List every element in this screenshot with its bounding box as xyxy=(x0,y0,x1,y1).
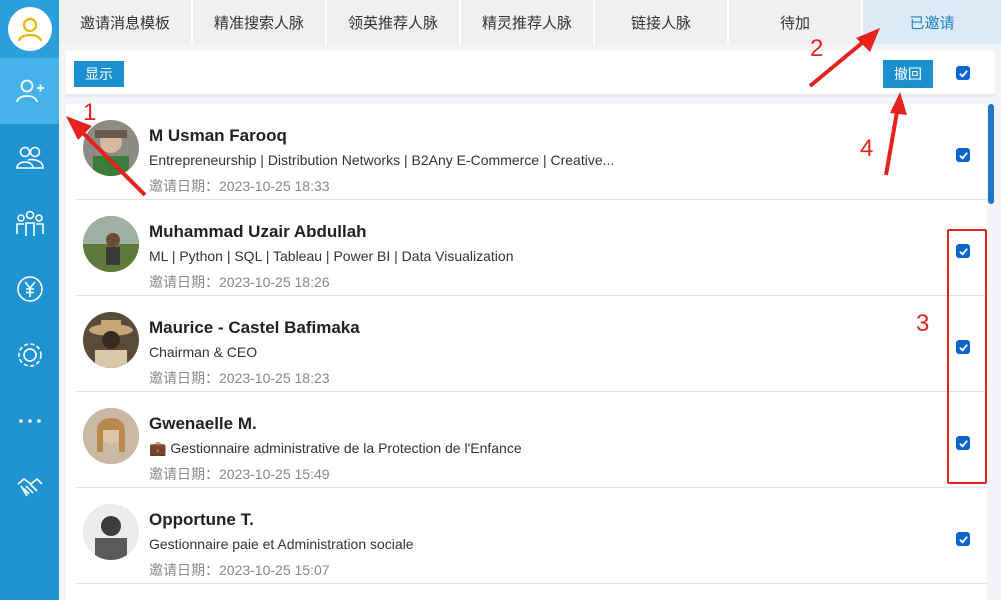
list-item: Maurice - Castel Bafimaka Chairman & CEO… xyxy=(76,296,987,392)
sidebar xyxy=(0,0,59,600)
select-all-checkbox[interactable] xyxy=(956,66,970,80)
contact-name[interactable]: M Usman Farooq xyxy=(149,126,287,146)
contact-headline: Chairman & CEO xyxy=(149,344,258,360)
invite-date-value: 2023-10-25 18:26 xyxy=(219,274,330,290)
gear-icon xyxy=(17,343,42,367)
list-item: Opportune T. Gestionnaire paie et Admini… xyxy=(76,488,987,584)
checkmark-icon xyxy=(958,151,968,160)
invite-date-label: 邀请日期： xyxy=(149,274,219,290)
tab-pending[interactable]: 待加 xyxy=(729,0,863,44)
tab-elf-recommend[interactable]: 精灵推荐人脉 xyxy=(461,0,595,44)
contacts-icon xyxy=(15,146,44,169)
withdraw-button[interactable]: 撤回 xyxy=(883,60,933,88)
sidebar-item-add-contact[interactable] xyxy=(0,58,59,124)
invite-date-value: 2023-10-25 18:33 xyxy=(219,178,330,194)
invite-date-label: 邀请日期： xyxy=(149,370,219,386)
row-checkbox[interactable] xyxy=(956,532,970,546)
sidebar-item-group[interactable] xyxy=(0,190,59,256)
checkmark-icon xyxy=(958,69,968,78)
invite-date-label: 邀请日期： xyxy=(149,466,219,482)
contact-name[interactable]: Gwenaelle M. xyxy=(149,414,257,434)
annotation-label-1: 1 xyxy=(83,99,97,126)
invite-date-label: 邀请日期： xyxy=(149,178,219,194)
invite-date: 邀请日期：2023-10-25 15:49 xyxy=(149,464,330,484)
show-button[interactable]: 显示 xyxy=(74,61,124,87)
list-item: M Usman Farooq Entrepreneurship | Distri… xyxy=(76,104,987,200)
contact-name[interactable]: Maurice - Castel Bafimaka xyxy=(149,318,360,338)
invite-date: 邀请日期：2023-10-25 15:07 xyxy=(149,560,330,580)
group-icon xyxy=(15,210,44,236)
invite-date-value: 2023-10-25 15:49 xyxy=(219,466,330,482)
avatar xyxy=(83,216,139,272)
annotation-highlight-box xyxy=(947,229,987,484)
row-checkbox[interactable] xyxy=(956,148,970,162)
annotation-label-2: 2 xyxy=(810,35,824,62)
list-item: Gwenaelle M. 💼 Gestionnaire administrati… xyxy=(76,392,987,488)
list-item: Muhammad Uzair Abdullah ML | Python | SQ… xyxy=(76,200,987,296)
tab-invite-template[interactable]: 邀请消息模板 xyxy=(59,0,193,44)
sidebar-item-contacts[interactable] xyxy=(0,124,59,190)
sidebar-item-more[interactable] xyxy=(0,388,59,454)
avatar xyxy=(83,120,139,176)
invite-date-value: 2023-10-25 18:23 xyxy=(219,370,330,386)
tab-bar: 邀请消息模板 精准搜索人脉 领英推荐人脉 精灵推荐人脉 链接人脉 待加 已邀请 xyxy=(59,0,1001,44)
invite-date: 邀请日期：2023-10-25 18:33 xyxy=(149,176,330,196)
checkmark-icon xyxy=(958,535,968,544)
sidebar-item-payment[interactable] xyxy=(0,256,59,322)
toolbar: 显示 撤回 xyxy=(66,51,995,97)
contact-headline: 💼 Gestionnaire administrative de la Prot… xyxy=(149,440,522,456)
scrollbar[interactable] xyxy=(987,104,995,600)
invite-date-label: 邀请日期： xyxy=(149,562,219,578)
contact-name[interactable]: Opportune T. xyxy=(149,510,254,530)
invite-date: 邀请日期：2023-10-25 18:26 xyxy=(149,272,330,292)
user-avatar-area[interactable] xyxy=(0,0,59,58)
contact-headline: ML | Python | SQL | Tableau | Power BI |… xyxy=(149,248,514,264)
sidebar-item-cooperation[interactable] xyxy=(0,454,59,520)
avatar xyxy=(83,312,139,368)
user-icon xyxy=(17,17,42,42)
sidebar-item-settings[interactable] xyxy=(0,322,59,388)
tab-linkedin-recommend[interactable]: 领英推荐人脉 xyxy=(327,0,461,44)
annotation-label-4: 4 xyxy=(860,135,874,162)
scrollbar-thumb[interactable] xyxy=(988,104,994,204)
user-avatar[interactable] xyxy=(7,7,52,51)
yen-icon xyxy=(16,276,43,302)
add-user-icon xyxy=(15,79,44,103)
contact-name[interactable]: Muhammad Uzair Abdullah xyxy=(149,222,367,242)
tab-invited[interactable]: 已邀请 xyxy=(863,0,1001,44)
avatar xyxy=(83,504,139,560)
tab-precise-search[interactable]: 精准搜索人脉 xyxy=(193,0,327,44)
handshake-icon xyxy=(16,477,43,497)
contact-headline: Entrepreneurship | Distribution Networks… xyxy=(149,152,615,168)
invited-list: M Usman Farooq Entrepreneurship | Distri… xyxy=(66,104,987,600)
contact-headline: Gestionnaire paie et Administration soci… xyxy=(149,536,414,552)
tab-link-contacts[interactable]: 链接人脉 xyxy=(595,0,729,44)
avatar xyxy=(83,408,139,464)
annotation-label-3: 3 xyxy=(916,310,930,337)
invite-date: 邀请日期：2023-10-25 18:23 xyxy=(149,368,330,388)
invite-date-value: 2023-10-25 15:07 xyxy=(219,562,330,578)
more-icon xyxy=(18,419,41,423)
